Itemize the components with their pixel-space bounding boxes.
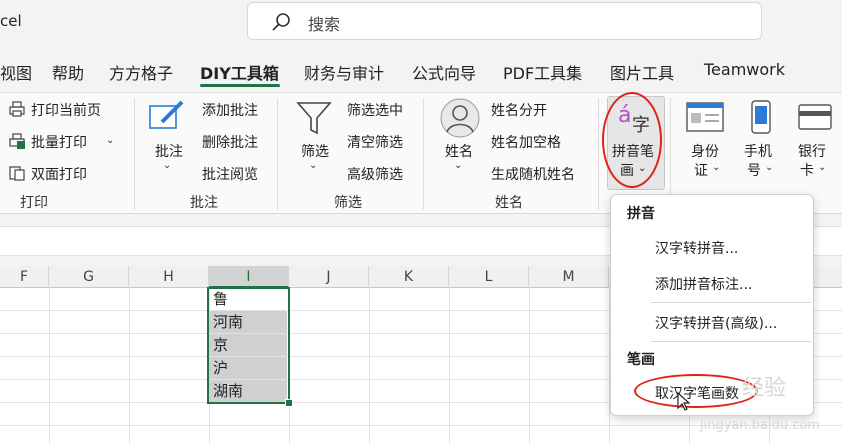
group-divider [134,98,135,210]
column-header-k[interactable]: K [369,266,449,288]
tab-view[interactable]: 视图 [0,60,32,84]
name-add-space-button[interactable]: 姓名加空格 [491,132,561,152]
comment-group-label: 批注 [190,195,218,211]
group-divider [598,98,599,210]
clear-filter-button[interactable]: 清空筛选 [347,132,403,152]
bank-card-button[interactable]: 银行 [798,141,826,161]
col-line [369,288,370,444]
tab-pdf-tools[interactable]: PDF工具集 [503,60,582,84]
column-header-l[interactable]: L [449,266,529,288]
random-name-button[interactable]: 生成随机姓名 [491,164,575,184]
app-title: cel [0,12,22,30]
print-group-label: 打印 [20,195,48,211]
menu-item-add-pinyin[interactable]: 添加拼音标注... [655,274,752,294]
menu-divider [651,341,811,342]
column-header-h[interactable]: H [129,266,209,288]
annotation-ellipse [602,92,662,188]
chevron-down-icon[interactable]: ⌄ [106,135,114,146]
menu-divider [651,302,811,303]
watermark-text: 经验 [742,376,787,401]
mobile-phone-icon [751,100,771,134]
group-divider [423,98,424,210]
column-header-i[interactable]: I [209,266,289,288]
menu-item-to-pinyin-advanced[interactable]: 汉字转拼音(高级)... [655,313,777,333]
tab-image-tools[interactable]: 图片工具 [610,60,674,84]
tab-help[interactable]: 帮助 [52,60,84,84]
add-comment-button[interactable]: 添加批注 [202,100,258,120]
tab-diy-toolbox[interactable]: DIY工具箱 [200,60,279,84]
watermark-url: jingyan.baidu.com [700,418,820,433]
col-line [49,288,50,444]
phone-number-label-2: 号 [747,163,761,179]
advanced-filter-button[interactable]: 高级筛选 [347,164,403,184]
ribbon-tabs: 视图 帮助 方方格子 DIY工具箱 财务与审计 公式向导 PDF工具集 图片工具… [0,56,842,88]
chevron-down-icon[interactable]: ⌄ [454,160,462,171]
split-name-button[interactable]: 姓名分开 [491,100,547,120]
phone-number-button[interactable]: 手机 [744,141,772,161]
duplex-print-button[interactable]: 双面打印 [31,164,87,184]
tab-formula-wizard[interactable]: 公式向导 [412,60,476,84]
mouse-cursor-icon [677,392,691,411]
search-box[interactable]: 搜索 [247,2,762,40]
funnel-icon [296,102,332,135]
bank-card-icon [798,104,832,130]
chevron-down-icon[interactable]: ⌄ [765,162,773,173]
bank-card-label-2: 卡 [800,163,814,179]
filter-selected-button[interactable]: 筛选选中 [347,100,403,120]
col-line [529,288,530,444]
tab-teamwork[interactable]: Teamwork [704,60,785,79]
comment-button[interactable]: 批注 [155,141,183,161]
id-card-icon [686,102,724,132]
id-card-button[interactable]: 身份 [691,141,719,161]
delete-comment-button[interactable]: 删除批注 [202,132,258,152]
column-header-f[interactable]: F [0,266,49,288]
column-header-m[interactable]: M [529,266,609,288]
printer-icon [9,101,25,117]
chevron-down-icon[interactable]: ⌄ [309,160,317,171]
col-line [129,288,130,444]
menu-section-pinyin: 拼音 [627,206,655,222]
search-icon [272,13,290,31]
id-card-label-2: 证 [694,163,708,179]
menu-item-to-pinyin[interactable]: 汉字转拼音... [655,238,738,258]
name-button[interactable]: 姓名 [445,141,473,161]
column-header-g[interactable]: G [49,266,129,288]
annotation-ellipse [634,374,758,408]
batch-print-icon [9,133,25,149]
name-group-label: 姓名 [495,195,523,211]
tab-finance-audit[interactable]: 财务与审计 [304,60,384,84]
filter-button[interactable]: 筛选 [301,141,329,161]
duplex-print-icon [9,166,25,181]
chevron-down-icon[interactable]: ⌄ [712,162,720,173]
print-current-page-button[interactable]: 打印当前页 [31,100,101,120]
col-line [449,288,450,444]
column-header-j[interactable]: J [289,266,369,288]
tab-ffcell[interactable]: 方方格子 [109,60,173,84]
chevron-down-icon[interactable]: ⌄ [818,162,826,173]
title-bar: cel 搜索 [0,0,842,46]
fill-handle[interactable] [285,399,293,407]
chevron-down-icon[interactable]: ⌄ [163,160,171,171]
review-comment-button[interactable]: 批注阅览 [202,164,258,184]
group-divider [277,98,278,210]
person-avatar-icon [440,98,480,138]
comment-pen-icon [149,100,184,129]
filter-group-label: 筛选 [334,195,362,211]
batch-print-button[interactable]: 批量打印 [31,132,87,152]
menu-section-stroke: 笔画 [627,352,655,368]
search-placeholder: 搜索 [308,15,341,34]
selection-border [207,287,290,404]
active-tab-indicator [200,84,280,87]
